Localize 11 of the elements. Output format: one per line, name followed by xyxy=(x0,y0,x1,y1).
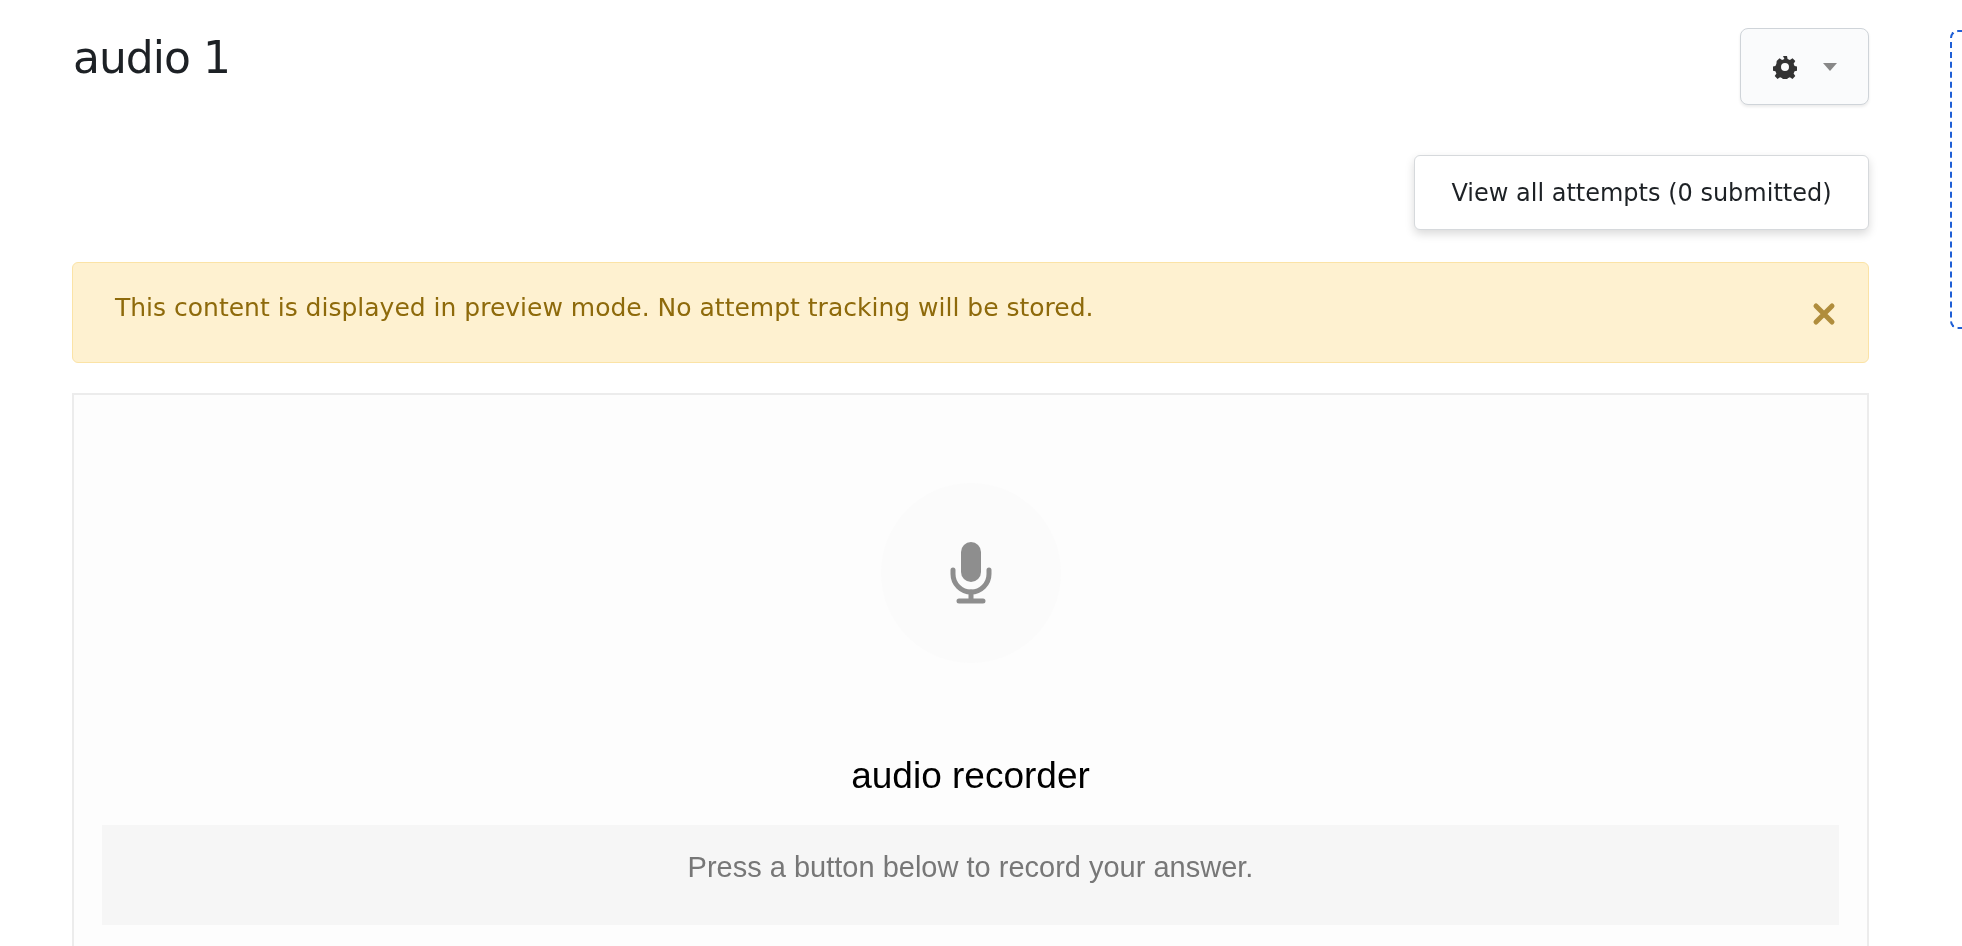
recorder-title: audio recorder xyxy=(851,755,1090,797)
menu-item[interactable]: View all attempts (0 submitted) xyxy=(1451,178,1832,207)
alert-text: This content is displayed in preview mode. No attempt tracking will be stored. xyxy=(115,293,1094,322)
close-icon xyxy=(1812,301,1836,326)
close-button[interactable] xyxy=(1812,301,1836,326)
settings-icon xyxy=(1772,54,1797,79)
microphone-icon xyxy=(948,542,993,604)
caret-icon xyxy=(1822,62,1837,71)
page-title: audio 1 xyxy=(73,32,230,83)
status-text: Press a button below to record your answer. xyxy=(687,851,1254,885)
settings-button[interactable] xyxy=(1740,28,1869,105)
